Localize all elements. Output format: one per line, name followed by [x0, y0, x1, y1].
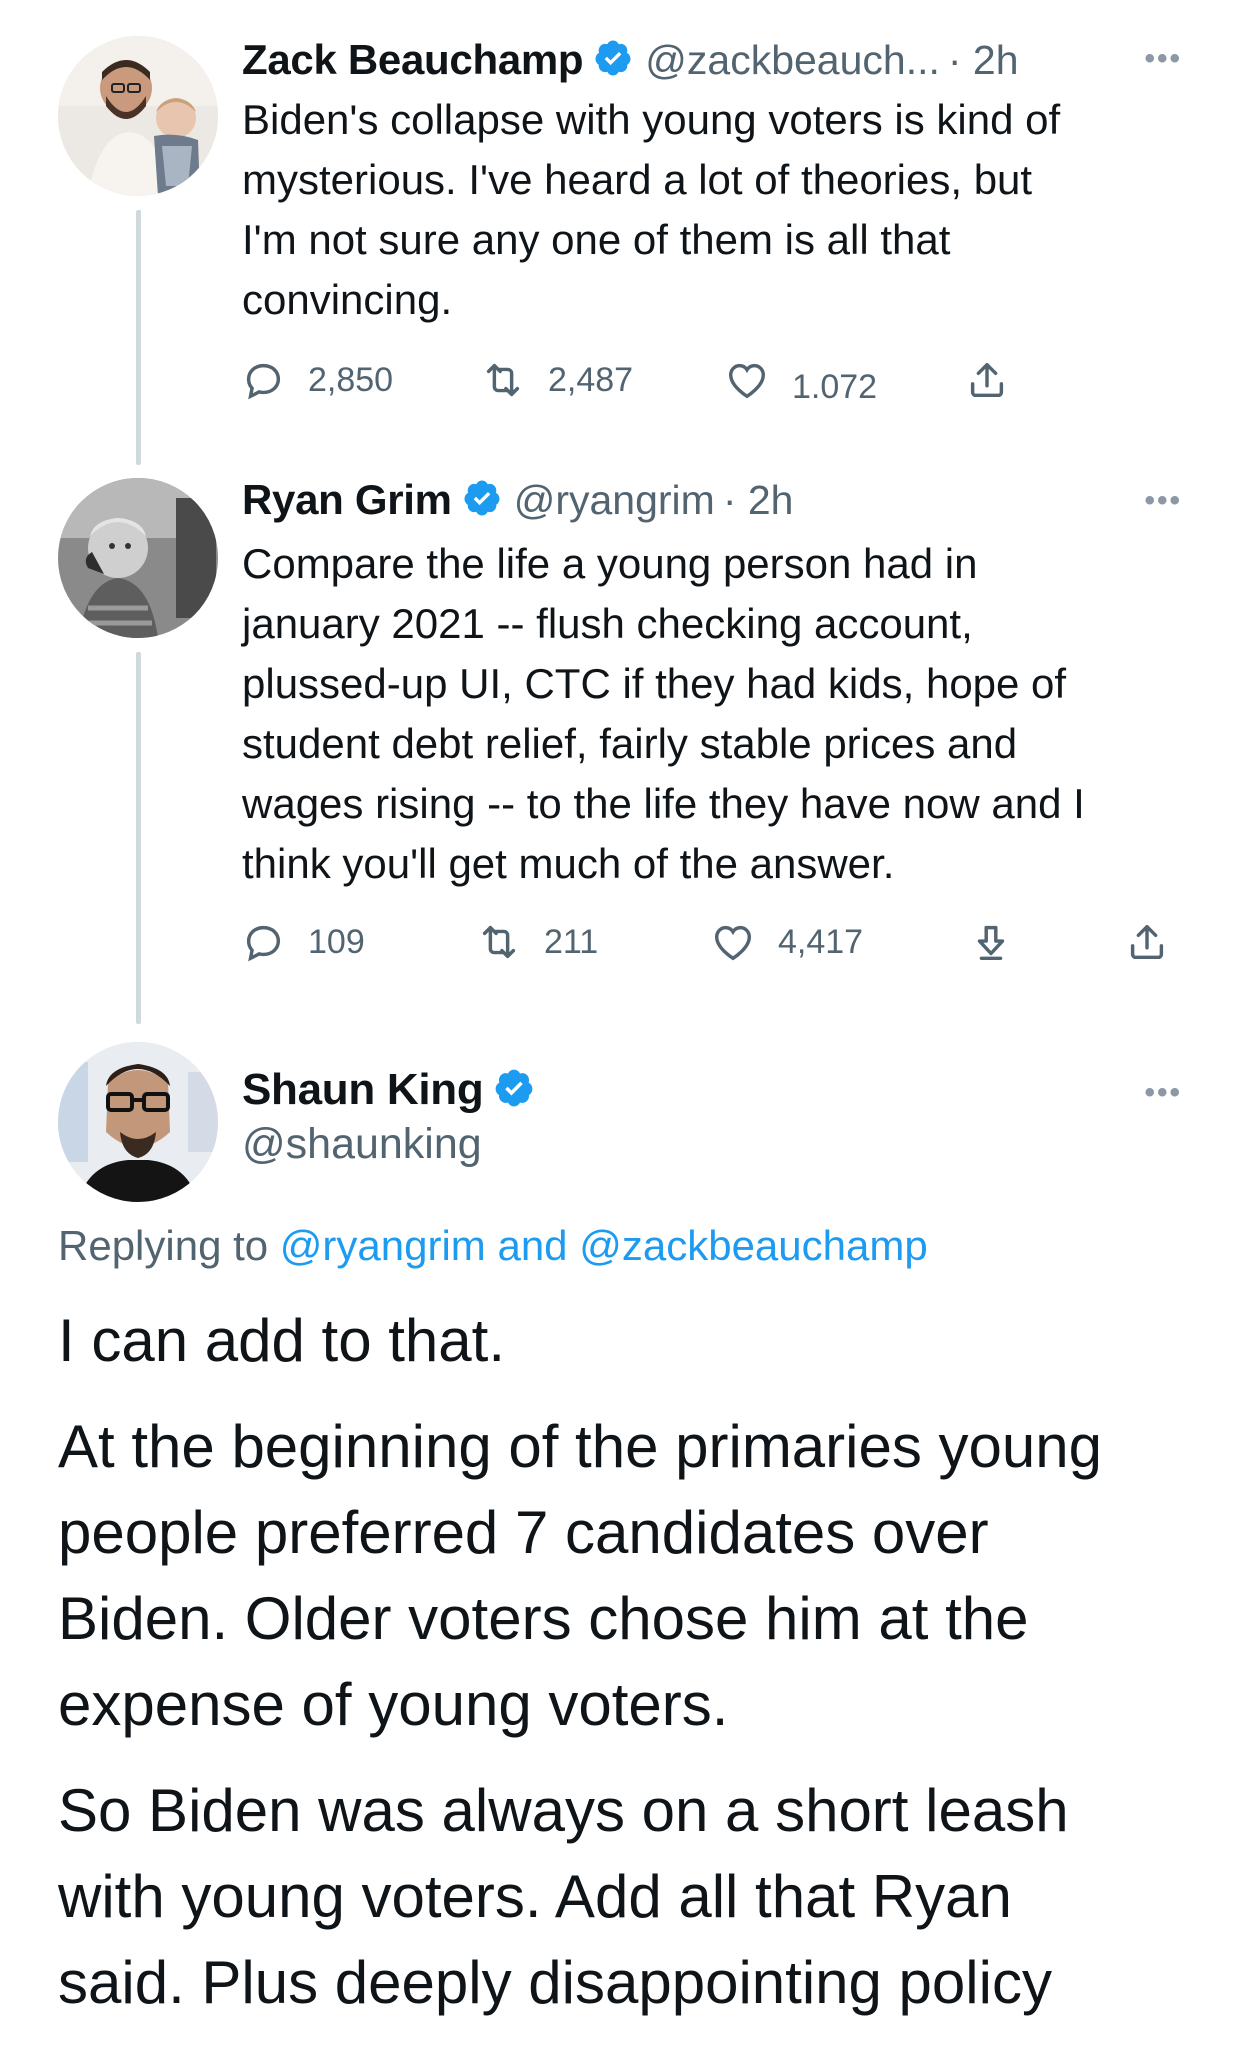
tweet-header: Zack Beauchamp @zackbeauch... · 2h: [242, 30, 1019, 90]
tweet-line: expense of young voters.: [58, 1671, 729, 1738]
like-button[interactable]: 4,417: [710, 912, 863, 972]
tweet-line: wages rising -- to the life they have no…: [242, 780, 1085, 827]
tweet-line: So Biden was always on a short leash: [58, 1777, 1069, 1844]
reply-count: 2,850: [308, 360, 394, 399]
retweet-button[interactable]: 2,487: [480, 350, 633, 410]
retweet-count: 211: [544, 922, 599, 961]
replying-prefix: Replying to: [58, 1222, 269, 1269]
avatar-ryan[interactable]: [58, 478, 218, 638]
retweet-icon: [482, 925, 516, 959]
more-icon[interactable]: •••: [1144, 484, 1182, 518]
retweet-icon: [486, 363, 520, 397]
tweet-line: At the beginning of the primaries young: [58, 1413, 1102, 1480]
thread-line: [136, 652, 141, 1024]
tweet-line: Biden's collapse with young voters is ki…: [242, 96, 1061, 143]
author-name[interactable]: Shaun King: [242, 1065, 484, 1115]
share-icon: [970, 362, 1004, 398]
author-handle[interactable]: @ryangrim: [514, 477, 715, 524]
reply-button[interactable]: 2,850: [240, 350, 393, 410]
like-button[interactable]: 1.072: [724, 350, 877, 410]
reply-button[interactable]: 109: [240, 912, 365, 972]
tweet-text: Biden's collapse with young voters is ki…: [242, 90, 1192, 330]
tweet-line: mysterious. I've heard a lot of theories…: [242, 156, 1033, 203]
tweet-time[interactable]: · 2h: [948, 37, 1019, 84]
reply-icon: [246, 363, 281, 400]
avatar-ryan-image: [58, 478, 218, 638]
like-icon: [728, 363, 766, 399]
like-count: 1.072: [792, 367, 878, 406]
tweet-line: Compare the life a young person had in: [242, 540, 978, 587]
tweet-actions: 109 211 4,417: [240, 912, 1180, 972]
share-button[interactable]: [1124, 912, 1170, 972]
avatar-zack[interactable]: [58, 36, 218, 196]
tweet-line: think you'll get much of the answer.: [242, 840, 895, 887]
main-tweet-text: I can add to that. At the beginning of t…: [58, 1298, 1218, 2026]
replying-users-link[interactable]: @ryangrim and @zackbeauchamp: [280, 1222, 928, 1269]
tweet-line: I can add to that.: [58, 1307, 505, 1374]
reply-count: 109: [308, 922, 365, 961]
avatar-shaun-image: [58, 1042, 218, 1202]
retweet-count: 2,487: [548, 360, 634, 399]
tweet-line: Biden. Older voters chose him at the: [58, 1585, 1029, 1652]
tweet-time[interactable]: · 2h: [723, 477, 794, 524]
verified-icon: [462, 478, 502, 523]
paragraph: At the beginning of the primaries young …: [58, 1404, 1218, 1748]
author-name[interactable]: Zack Beauchamp: [242, 36, 584, 84]
thread-line: [136, 210, 141, 465]
reply-icon: [246, 925, 281, 962]
avatar-zack-image: [58, 36, 218, 196]
tweet-line: student debt relief, fairly stable price…: [242, 720, 1018, 767]
share-icon: [1130, 924, 1164, 960]
tweet-actions: 2,850 2,487 1.072: [240, 350, 1060, 410]
tweet-line: january 2021 -- flush checking account,: [242, 600, 973, 647]
author-handle[interactable]: @zackbeauch...: [645, 37, 940, 84]
verified-icon: [493, 1067, 535, 1114]
tweet-line: plussed-up UI, CTC if they had kids, hop…: [242, 660, 1067, 707]
more-icon[interactable]: •••: [1144, 42, 1182, 76]
tweet-line: with young voters. Add all that Ryan: [58, 1863, 1012, 1930]
tweet-line: convincing.: [242, 276, 453, 323]
replying-to: Replying to @ryangrim and @zackbeauchamp: [58, 1222, 928, 1270]
like-icon: [714, 925, 752, 961]
avatar-shaun[interactable]: [58, 1042, 218, 1202]
paragraph: I can add to that.: [58, 1298, 1218, 1384]
tweet-text: Compare the life a young person had in j…: [242, 534, 1222, 894]
like-count: 4,417: [778, 922, 864, 961]
download-icon: [977, 925, 1005, 961]
author-name[interactable]: Ryan Grim: [242, 476, 452, 524]
download-button[interactable]: [968, 912, 1014, 972]
tweet-line: said. Plus deeply disappointing policy: [58, 1949, 1052, 2016]
tweet-header: Ryan Grim @ryangrim · 2h: [242, 470, 793, 530]
author-handle[interactable]: @shaunking: [242, 1120, 535, 1169]
retweet-button[interactable]: 211: [476, 912, 598, 972]
paragraph: So Biden was always on a short leash wit…: [58, 1768, 1218, 2026]
share-button[interactable]: [964, 350, 1010, 410]
verified-icon: [593, 38, 633, 83]
tweet-line: I'm not sure any one of them is all that: [242, 216, 951, 263]
main-author: Shaun King @shaunking: [242, 1060, 535, 1169]
tweet-line: people preferred 7 candidates over: [58, 1499, 989, 1566]
more-icon[interactable]: •••: [1144, 1076, 1182, 1110]
